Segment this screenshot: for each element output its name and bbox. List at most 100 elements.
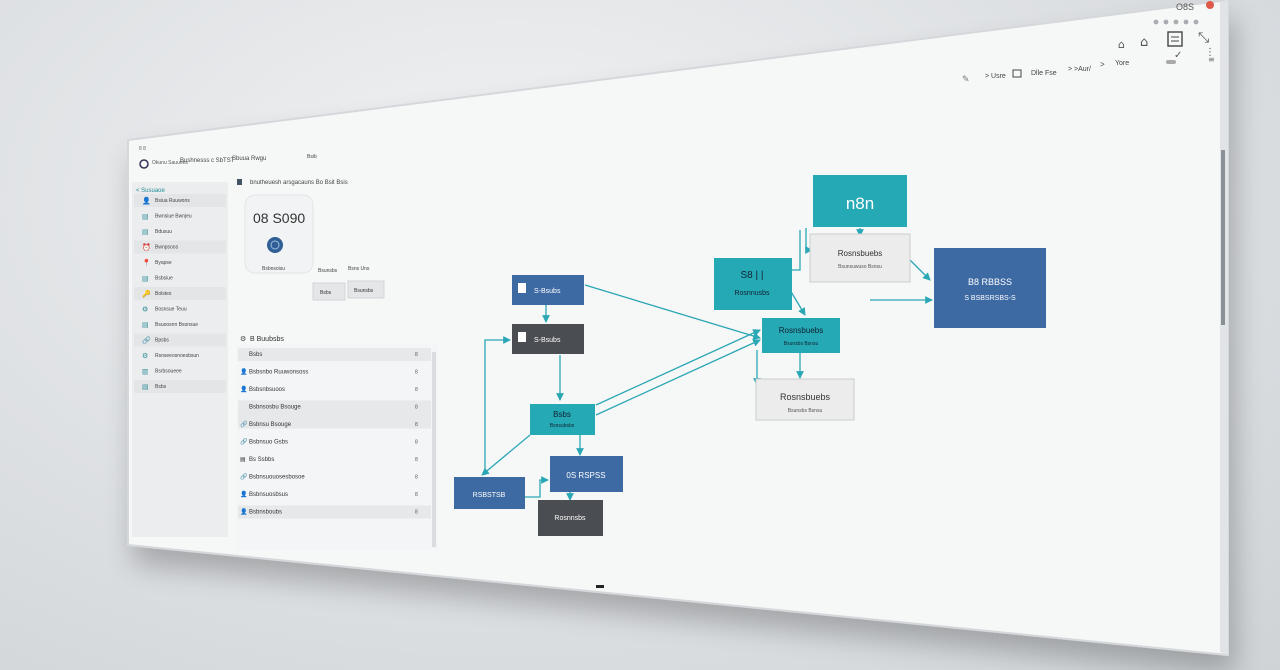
sidebar-item-label: Bpsbs [155,338,169,344]
menu-icon[interactable]: ≡ [1208,55,1215,64]
node-blue-right[interactable]: B8 RBBSS S BSBSRSBS-S [934,248,1046,328]
node-blue-d-label: 0S RSPSS [566,471,605,480]
doc-icon [237,179,242,185]
sidebar-section[interactable]: < Susuaoe [136,188,166,194]
list-panel: ⚙ B Buubsbs Bsbs 8👤 Bsbsnbo Ruuwonsoss 8👤 Bs… [236,335,438,550]
node-teal-c-label: Bsbs [553,410,571,419]
link-icon: 🔗 [142,336,151,345]
node-blue-e[interactable]: RSBSTSB [454,477,525,509]
sidebar-item-4[interactable]: 📍 Byapse [142,258,172,267]
home-icon[interactable]: ⌂ [1118,38,1125,51]
sidebar-item-label: Byapse [155,260,172,266]
user-icon: 👤 [240,368,247,376]
app-id-label: 8 8 [139,146,146,152]
node-dark-b[interactable]: S-Bsubs [512,324,584,354]
profile-button-1-label: Bsunsbs [354,288,374,294]
screen-edge-right [1220,0,1228,655]
mid-label[interactable]: Bsib [307,154,317,160]
node-dark-f-label: Rosnnsbs [554,515,586,522]
toolbar-item-3[interactable]: > [1100,60,1105,69]
node-blue-a-label: S-Bsubs [534,288,561,295]
node-dark-f[interactable]: Rosnnsbs [538,500,603,536]
fullscreen-icon[interactable]: ⤡ [1198,30,1209,46]
list-item-label: Bsbnsu Bsouge [249,422,292,428]
node-teal-c[interactable]: Bsbs Bsnsubsbs [530,404,595,435]
toolbar-item-4[interactable]: Yore [1115,60,1129,67]
sidebar-item-3[interactable]: ⏰ Bwnpsoos [134,240,226,254]
node-grey-mid[interactable]: Rosnsbuebs Bsunsbs Bsnsu [755,378,855,421]
list-item[interactable]: 👤 Bsbnsboubs 8 [238,505,431,519]
close-dot[interactable] [1206,1,1214,9]
fingerprint-icon [267,237,283,253]
sidebar-item-2[interactable]: ▤ Bdusuu [142,228,172,236]
toolbar-item-0[interactable]: > Usre [985,73,1006,80]
link-icon: 🔗 [240,438,248,446]
list-scrollbar[interactable] [432,352,436,547]
list-item-label: Bsbnsboubs [249,510,282,516]
house-icon[interactable]: ⌂ [1140,35,1148,50]
doc-icon: ▤ [142,275,149,283]
node-grey-mid-label: Rosnsbuebs [780,392,831,402]
node-teal-top-label: S8 | | [741,270,764,281]
sidebar-item-label: Rsoseeosnoesbsun [155,353,199,359]
list-item-label: Bsbnsuouosesbosoe [249,475,305,481]
node-teal-mid[interactable]: Rosnsbuebs Bsunsbs Bsnsu [762,318,840,353]
sidebar-item-12[interactable]: ▤ Bsbs [134,380,226,393]
list-item-label: Bsbs [249,352,262,358]
link-icon: 🔗 [240,473,248,481]
node-top-grey-label: Rosnsbuebs [838,249,882,258]
window-title-label: O8S [1176,2,1194,12]
doc-icon: ▤ [142,383,149,391]
sidebar-item-5[interactable]: ▤ Bsbsiue [142,275,173,283]
monitor-button[interactable] [596,585,604,588]
toggle-icon[interactable] [1166,60,1176,64]
pencil-icon[interactable]: ✎ [962,75,970,85]
sidebar-item-9[interactable]: 🔗 Bpsbs [134,333,226,347]
node-teal-top[interactable]: S8 | | Rosnnusbs [714,258,792,310]
list-item-value: 8 [415,492,418,498]
node-n8n[interactable]: n8n [813,175,907,227]
toolbar-item-1[interactable]: Dlle Fse [1031,70,1057,77]
profile-tag-1: Bsns Uns [348,266,370,272]
list-item[interactable]: Bsbs 8 [238,348,431,361]
node-blue-d[interactable]: 0S RSPSS [550,456,623,492]
list-item-value: 8 [415,387,418,393]
sidebar-item-11[interactable]: ▥ Bsrbsoueee [142,368,182,376]
toolbar-item-2[interactable]: > >Aur/ [1068,66,1091,73]
app-subtitle: Sbuua Rwgu [232,156,266,162]
list-item-label: Bsbnsuosbsus [249,492,288,498]
node-blue-a[interactable]: S-Bsubs [512,275,584,305]
sidebar-item-0[interactable]: 👤 Bsiua Ruuwons [134,194,226,207]
key-icon: 🔑 [142,289,151,298]
user-icon [518,283,526,293]
node-top-grey[interactable]: Rosnsbuebs Bsunsuwuso Bsnsu [809,233,911,283]
user-icon: 👤 [240,385,247,393]
doc-icon: ▤ [142,321,149,329]
doc-icon: ▤ [240,456,246,463]
sidebar-item-label: Bwnpsoos [155,245,179,251]
profile-title: 08 S090 [253,210,305,226]
sidebar-item-6[interactable]: 🔑 Bolstes [134,287,226,300]
node-teal-top-sub: Rosnnusbs [734,290,770,297]
user-icon [518,332,526,342]
node-grey-mid-sub: Bsunsbs Bsnsu [788,408,823,414]
list-item-value: 8 [415,352,418,358]
gear-icon: ⚙ [142,352,148,360]
list-item-label: Bs Ssbbs [249,457,274,463]
profile-caption: Bsbnsoisu [262,266,285,272]
node-blue-e-label: RSBSTSB [473,492,506,499]
doc-icon: ▤ [142,213,149,221]
list-item-label: Bsbsnbo Ruuwonsoss [249,370,308,376]
scrollbar-handle[interactable] [1221,150,1225,325]
list-item-value: 8 [415,475,418,481]
profile-button-0-label: Bsbs [320,290,332,296]
breadcrumb[interactable]: bnutheuesh arsgacauns Bo Bsit Bsis [250,180,348,186]
node-n8n-label: n8n [846,194,874,213]
bell-icon: ⏰ [142,243,151,252]
list-item-value: 8 [415,405,418,411]
chevron-down-icon[interactable]: ✓ [1174,50,1182,61]
sidebar-item-label: Bdusuu [155,229,172,235]
sidebar-item-label: Bsbsiue [155,276,173,282]
sidebar-item-label: Bolstes [155,291,172,297]
list-item-value: 8 [415,422,418,428]
